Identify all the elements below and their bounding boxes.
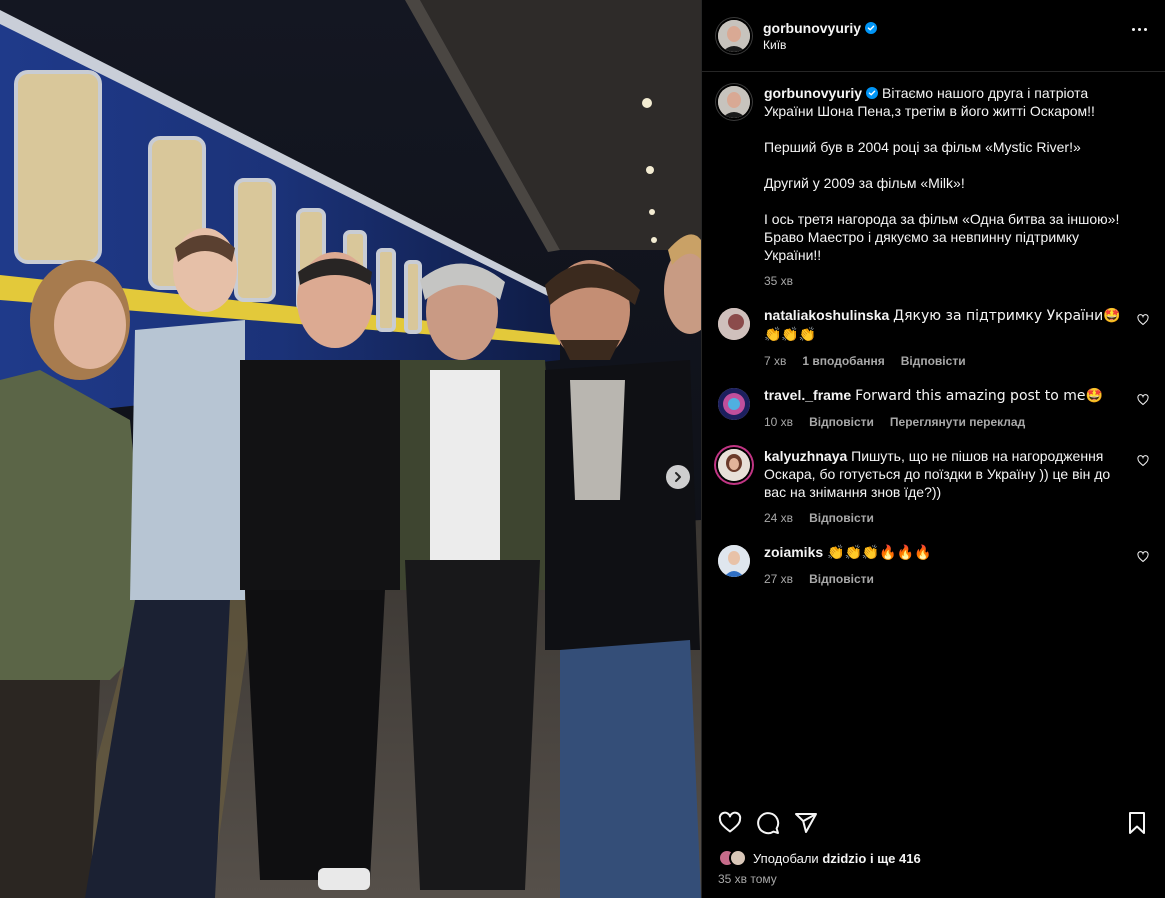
caption-text-3: Другий у 2009 за фільм «Milk»! xyxy=(764,175,965,191)
avatar-portrait xyxy=(718,308,750,340)
post-timestamp: 35 хв тому xyxy=(718,872,777,886)
avatar-portrait xyxy=(718,19,750,52)
commenter-username[interactable]: zoiamiks xyxy=(764,544,823,560)
reply-button[interactable]: Відповісти xyxy=(809,570,874,588)
commenter-avatar[interactable] xyxy=(718,388,750,420)
caption: gorbunovyuriy Вітаємо нашого друга і патр… xyxy=(718,84,1149,290)
heart-icon[interactable] xyxy=(1137,314,1149,326)
author-username[interactable]: gorbunovyuriy xyxy=(763,20,861,36)
location-link[interactable]: Київ xyxy=(763,38,877,52)
photo-scene xyxy=(0,0,701,898)
comment-time: 27 хв xyxy=(764,572,794,586)
likes-prefix: Уподобали xyxy=(753,850,823,866)
comment-text: 👏👏👏🔥🔥🔥 xyxy=(827,545,932,561)
more-options-icon[interactable] xyxy=(1132,28,1147,31)
share-icon[interactable] xyxy=(794,811,818,835)
heart-icon[interactable] xyxy=(1137,551,1149,563)
carousel-next-button[interactable] xyxy=(666,465,690,489)
caption-text-4: І ось третя нагорода за фільм «Одна битв… xyxy=(764,211,1120,263)
comment-icon[interactable] xyxy=(756,811,780,835)
commenter-avatar[interactable] xyxy=(718,308,750,340)
comment-likes-count[interactable]: 1 вподобання xyxy=(802,352,884,370)
author-avatar[interactable] xyxy=(718,19,750,52)
verified-badge-icon xyxy=(866,87,879,99)
bookmark-icon[interactable] xyxy=(1125,811,1149,835)
comments-list: gorbunovyuriy Вітаємо нашого друга і патр… xyxy=(702,72,1165,588)
comment-time: 24 хв xyxy=(764,511,794,525)
post-side-panel: gorbunovyuriy Київ gorbunovyuriy Вітаємо… xyxy=(701,0,1165,898)
comment-text: Forward this amazing post to me🤩 xyxy=(855,388,1103,404)
instagram-post-modal: gorbunovyuriy Київ gorbunovyuriy Вітаємо… xyxy=(0,0,1165,898)
avatar-portrait xyxy=(718,86,750,118)
reply-button[interactable]: Відповісти xyxy=(809,413,874,431)
comment-item: zoiamiks 👏👏👏🔥🔥🔥 27 хв Відповісти xyxy=(718,543,1149,588)
comment-item: kalyuzhnaya Пишуть, що не пішов на нагор… xyxy=(718,447,1149,527)
author-username-link[interactable]: gorbunovyuriy xyxy=(763,20,878,36)
likes-summary[interactable]: Уподобали dzidzio і ще 416 xyxy=(718,849,921,867)
caption-text-2: Перший був в 2004 році за фільм «Mystic … xyxy=(764,139,1081,155)
avatar-portrait xyxy=(718,388,750,420)
commenter-username[interactable]: kalyuzhnaya xyxy=(764,448,847,464)
chevron-right-icon xyxy=(675,472,681,482)
liker-avatar xyxy=(729,849,747,867)
commenter-avatar[interactable] xyxy=(718,545,750,577)
comment-time: 7 хв xyxy=(764,354,787,368)
avatar-portrait xyxy=(718,449,750,481)
caption-time: 35 хв xyxy=(764,274,794,288)
reply-button[interactable]: Відповісти xyxy=(809,509,874,527)
caption-author-avatar[interactable] xyxy=(718,86,750,118)
commenter-username[interactable]: nataliakoshulinska xyxy=(764,307,889,323)
reply-button[interactable]: Відповісти xyxy=(901,352,966,370)
post-actions-bar xyxy=(718,810,1149,836)
liker-username[interactable]: dzidzio xyxy=(822,851,866,866)
heart-icon[interactable] xyxy=(1137,394,1149,406)
heart-icon[interactable] xyxy=(1137,455,1149,467)
likes-count-suffix[interactable]: і ще 416 xyxy=(866,851,921,866)
like-heart-icon[interactable] xyxy=(718,811,742,835)
comment-item: nataliakoshulinska Дякую за підтримку Ук… xyxy=(718,306,1149,370)
verified-badge-icon xyxy=(865,21,878,34)
commenter-avatar[interactable] xyxy=(718,449,750,481)
commenter-username[interactable]: travel._frame xyxy=(764,387,851,403)
comment-time: 10 хв xyxy=(764,415,794,429)
see-translation-button[interactable]: Переглянути переклад xyxy=(890,413,1025,431)
avatar-portrait xyxy=(718,545,750,577)
post-header: gorbunovyuriy Київ xyxy=(702,0,1165,72)
caption-username[interactable]: gorbunovyuriy xyxy=(764,85,862,101)
comment-item: travel._frame Forward this amazing post … xyxy=(718,386,1149,431)
post-photo[interactable] xyxy=(0,0,701,898)
